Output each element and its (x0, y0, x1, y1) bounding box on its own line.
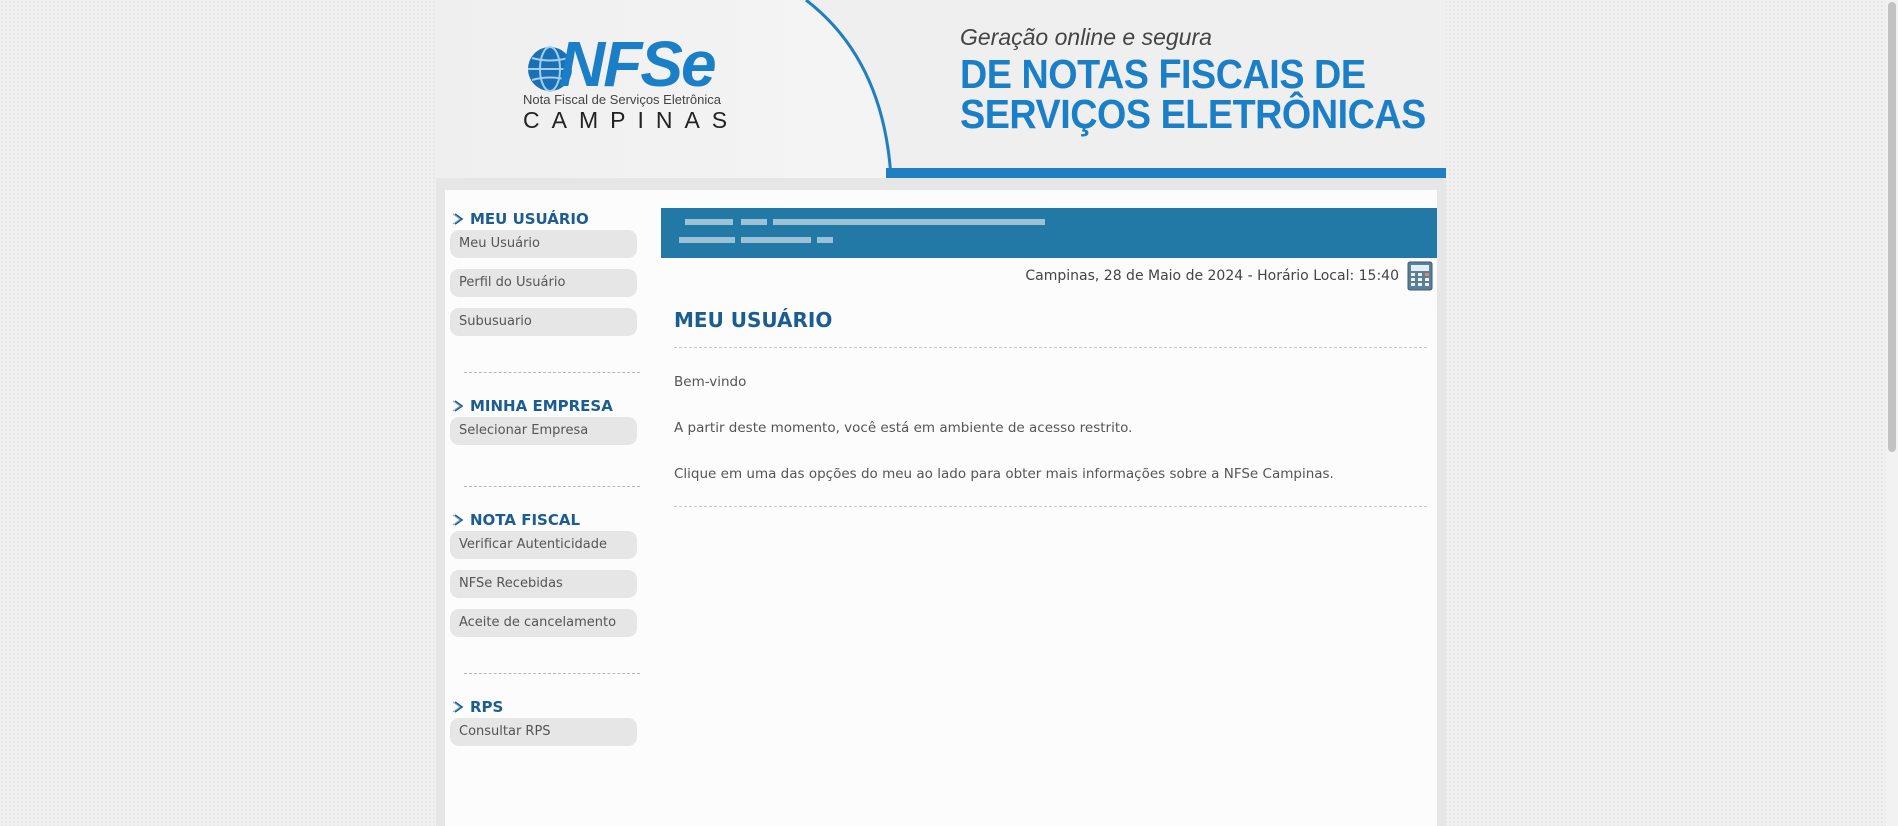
sidebar-divider (464, 673, 640, 674)
chevron-right-icon (452, 400, 464, 412)
chevron-right-icon (452, 701, 464, 713)
scrollbar-thumb[interactable] (1888, 2, 1896, 452)
page-title: MEU USUÁRIO (674, 308, 833, 332)
sidebar-section-label: NOTA FISCAL (470, 511, 581, 529)
sidebar-section-rps: RPS Consultar RPS (450, 696, 645, 746)
sidebar-divider (464, 486, 640, 487)
sidebar-item-verificar-autenticidade[interactable]: Verificar Autenticidade (450, 531, 637, 559)
sidebar-section-title: MINHA EMPRESA (452, 395, 645, 417)
main-content: Campinas, 28 de Maio de 2024 - Horário L… (661, 208, 1437, 507)
header-accent-bar (886, 168, 1446, 178)
redacted-user-info (741, 237, 811, 243)
header-tagline: Geração online e segura (960, 24, 1212, 50)
sidebar-item-consultar-rps[interactable]: Consultar RPS (450, 718, 637, 746)
sidebar-section-title: MEU USUÁRIO (452, 208, 645, 230)
user-info-banner (661, 208, 1437, 258)
header-headline-line1: DE NOTAS FISCAIS DE (960, 51, 1366, 97)
content-card: MEU USUÁRIO Meu Usuário Perfil do Usuári… (445, 190, 1437, 826)
sidebar-section-title: RPS (452, 696, 645, 718)
content-divider (674, 506, 1427, 507)
sidebar-item-perfil-do-usuario[interactable]: Perfil do Usuário (450, 269, 637, 297)
nfse-logo[interactable]: NFSe Nota Fiscal de Serviços Eletrônica … (456, 25, 727, 135)
redacted-user-info (741, 219, 767, 225)
welcome-text: Bem-vindo (674, 374, 747, 390)
instructions-text: Clique em uma das opções do meu ao lado … (674, 466, 1334, 482)
redacted-user-info (679, 237, 735, 243)
sidebar-section-meu-usuario: MEU USUÁRIO Meu Usuário Perfil do Usuári… (450, 208, 645, 336)
redacted-user-info (773, 219, 1045, 225)
page-scrollbar[interactable] (1886, 0, 1898, 826)
chevron-right-icon (452, 213, 464, 225)
redacted-user-info (685, 219, 733, 225)
sidebar-section-label: MEU USUÁRIO (470, 210, 589, 228)
sidebar-item-aceite-de-cancelamento[interactable]: Aceite de cancelamento (450, 609, 637, 637)
sidebar-item-meu-usuario[interactable]: Meu Usuário (450, 230, 637, 258)
sidebar-item-selecionar-empresa[interactable]: Selecionar Empresa (450, 417, 637, 445)
sidebar-section-minha-empresa: MINHA EMPRESA Selecionar Empresa (450, 395, 645, 445)
calculator-icon[interactable] (1407, 261, 1433, 291)
sidebar-section-label: RPS (470, 698, 504, 716)
content-divider (674, 347, 1427, 348)
sidebar-item-subusuario[interactable]: Subusuario (450, 308, 637, 336)
sidebar-section-nota-fiscal: NOTA FISCAL Verificar Autenticidade NFSe… (450, 509, 645, 637)
sidebar-section-title: NOTA FISCAL (452, 509, 645, 531)
local-datetime: Campinas, 28 de Maio de 2024 - Horário L… (1025, 268, 1399, 284)
page-container: NFSe Nota Fiscal de Serviços Eletrônica … (436, 0, 1446, 826)
sidebar-menu: MEU USUÁRIO Meu Usuário Perfil do Usuári… (450, 208, 645, 757)
sidebar-divider (464, 372, 640, 373)
restricted-access-text: A partir deste momento, você está em amb… (674, 420, 1133, 436)
sidebar-section-label: MINHA EMPRESA (470, 397, 613, 415)
header-headline-line2: SERVIÇOS ELETRÔNICAS (960, 91, 1426, 137)
redacted-user-info (817, 237, 833, 243)
sidebar-item-nfse-recebidas[interactable]: NFSe Recebidas (450, 570, 637, 598)
site-header: NFSe Nota Fiscal de Serviços Eletrônica … (436, 0, 1446, 178)
logo-text: NFSe (559, 28, 717, 100)
chevron-right-icon (452, 514, 464, 526)
datetime-row: Campinas, 28 de Maio de 2024 - Horário L… (661, 258, 1437, 294)
logo-city: CAMPINAS (523, 107, 740, 133)
logo-subtitle: Nota Fiscal de Serviços Eletrônica (523, 92, 721, 107)
